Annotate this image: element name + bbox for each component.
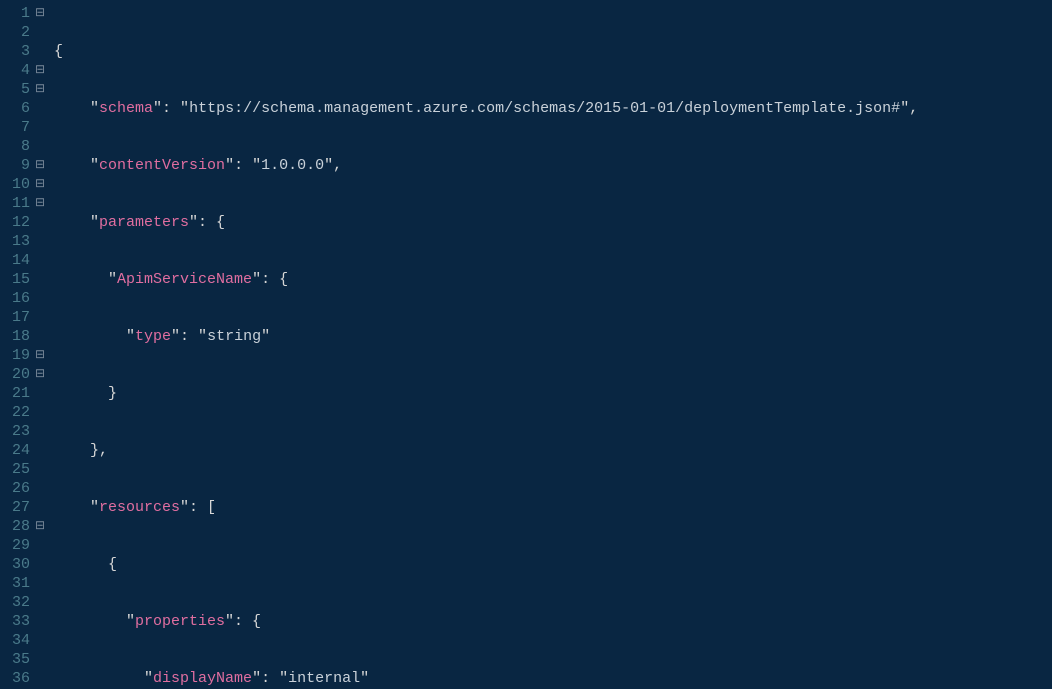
fold-marker xyxy=(32,555,48,574)
json-string: https://schema.management.azure.com/sche… xyxy=(189,100,900,117)
line-number: 31 xyxy=(4,574,30,593)
line-number: 3 xyxy=(4,42,30,61)
line-number: 10 xyxy=(4,175,30,194)
fold-marker[interactable]: ⊟ xyxy=(32,517,48,536)
json-key: parameters xyxy=(99,214,189,231)
fold-marker xyxy=(32,251,48,270)
line-number: 7 xyxy=(4,118,30,137)
line-number: 33 xyxy=(4,612,30,631)
fold-marker xyxy=(32,232,48,251)
fold-marker[interactable]: ⊟ xyxy=(32,194,48,213)
line-number: 20 xyxy=(4,365,30,384)
fold-marker xyxy=(32,650,48,669)
fold-marker xyxy=(32,441,48,460)
fold-marker xyxy=(32,118,48,137)
fold-marker xyxy=(32,631,48,650)
json-string: string xyxy=(207,328,261,345)
code-area[interactable]: { "schema": "https://schema.management.a… xyxy=(50,0,1052,689)
line-number: 26 xyxy=(4,479,30,498)
line-number: 1 xyxy=(4,4,30,23)
json-key: contentVersion xyxy=(99,157,225,174)
line-number: 22 xyxy=(4,403,30,422)
line-number: 32 xyxy=(4,593,30,612)
line-number: 9 xyxy=(4,156,30,175)
fold-marker[interactable]: ⊟ xyxy=(32,365,48,384)
line-number-gutter: 1234567891011121314151617181920212223242… xyxy=(4,0,30,689)
line-number: 28 xyxy=(4,517,30,536)
fold-marker xyxy=(32,289,48,308)
fold-marker[interactable]: ⊟ xyxy=(32,175,48,194)
fold-marker xyxy=(32,403,48,422)
line-number: 15 xyxy=(4,270,30,289)
json-string: 1.0.0.0 xyxy=(261,157,324,174)
fold-marker xyxy=(32,327,48,346)
fold-marker xyxy=(32,460,48,479)
fold-marker xyxy=(32,213,48,232)
fold-marker[interactable]: ⊟ xyxy=(32,80,48,99)
line-number: 17 xyxy=(4,308,30,327)
fold-marker xyxy=(32,384,48,403)
line-number: 24 xyxy=(4,441,30,460)
json-key: ApimServiceName xyxy=(117,271,252,288)
fold-gutter[interactable]: ⊟⊟⊟⊟⊟⊟⊟⊟⊟ xyxy=(30,0,50,689)
fold-marker xyxy=(32,479,48,498)
line-number: 30 xyxy=(4,555,30,574)
line-number: 2 xyxy=(4,23,30,42)
line-number: 21 xyxy=(4,384,30,403)
line-number: 12 xyxy=(4,213,30,232)
fold-marker xyxy=(32,308,48,327)
fold-marker xyxy=(32,137,48,156)
json-key: displayName xyxy=(153,670,252,687)
line-number: 23 xyxy=(4,422,30,441)
fold-marker xyxy=(32,536,48,555)
fold-marker xyxy=(32,422,48,441)
line-number: 14 xyxy=(4,251,30,270)
line-number: 19 xyxy=(4,346,30,365)
line-number: 25 xyxy=(4,460,30,479)
fold-marker xyxy=(32,42,48,61)
code-editor[interactable]: 1234567891011121314151617181920212223242… xyxy=(0,0,1052,689)
fold-marker xyxy=(32,669,48,688)
line-number: 29 xyxy=(4,536,30,555)
line-number: 11 xyxy=(4,194,30,213)
json-key: resources xyxy=(99,499,180,516)
fold-marker xyxy=(32,574,48,593)
fold-marker xyxy=(32,593,48,612)
line-number: 18 xyxy=(4,327,30,346)
json-key: type xyxy=(135,328,171,345)
fold-marker xyxy=(32,23,48,42)
fold-marker xyxy=(32,99,48,118)
line-number: 6 xyxy=(4,99,30,118)
line-number: 36 xyxy=(4,669,30,688)
fold-marker[interactable]: ⊟ xyxy=(32,4,48,23)
fold-marker[interactable]: ⊟ xyxy=(32,61,48,80)
line-number: 35 xyxy=(4,650,30,669)
line-number: 8 xyxy=(4,137,30,156)
json-string: internal xyxy=(288,670,360,687)
line-number: 4 xyxy=(4,61,30,80)
fold-marker xyxy=(32,612,48,631)
line-number: 13 xyxy=(4,232,30,251)
fold-marker[interactable]: ⊟ xyxy=(32,156,48,175)
fold-marker xyxy=(32,270,48,289)
json-key: schema xyxy=(99,100,153,117)
line-number: 34 xyxy=(4,631,30,650)
fold-marker[interactable]: ⊟ xyxy=(32,346,48,365)
fold-marker xyxy=(32,498,48,517)
line-number: 27 xyxy=(4,498,30,517)
line-number: 16 xyxy=(4,289,30,308)
json-key: properties xyxy=(135,613,225,630)
line-number: 5 xyxy=(4,80,30,99)
